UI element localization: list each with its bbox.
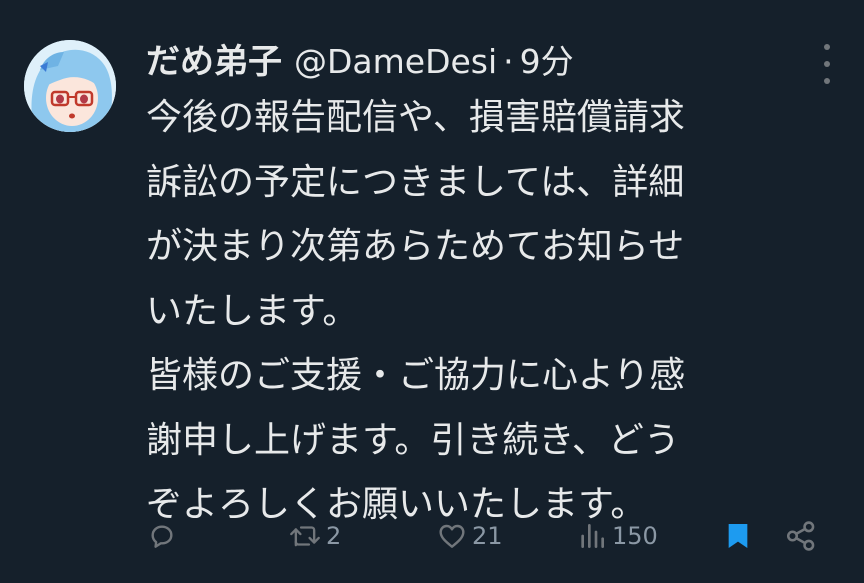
share-icon	[786, 521, 815, 551]
more-dot	[824, 61, 830, 67]
reply-button[interactable]	[146, 512, 182, 560]
more-icon[interactable]	[820, 44, 834, 84]
share-button[interactable]	[784, 512, 818, 560]
bookmark-icon	[728, 524, 748, 548]
tweet[interactable]: だめ弟子 @DameDesi · 9分 今後の報告配信や、損害賠償請求 訴訟の予…	[0, 0, 864, 583]
avatar-image	[24, 40, 116, 132]
more-dot	[824, 78, 830, 84]
retweet-icon	[290, 526, 320, 547]
more-dot	[824, 44, 830, 50]
reply-icon	[151, 525, 173, 548]
like-count: 21	[472, 522, 503, 550]
retweet-button[interactable]: 2	[288, 512, 341, 560]
like-icon	[439, 524, 465, 548]
views-button[interactable]: 150	[576, 512, 658, 560]
display-name[interactable]: だめ弟子	[146, 34, 282, 83]
views-icon	[581, 524, 604, 548]
timestamp[interactable]: 9分	[520, 35, 574, 83]
like-button[interactable]: 21	[436, 512, 503, 560]
tweet-text: 今後の報告配信や、損害賠償請求 訴訟の予定につきましては、詳細 が決まり次第あら…	[146, 97, 686, 525]
view-count: 150	[612, 522, 658, 550]
retweet-count: 2	[326, 522, 342, 550]
separator-dot: ·	[503, 42, 514, 81]
avatar[interactable]	[24, 40, 116, 132]
tweet-header: だめ弟子 @DameDesi · 9分	[146, 34, 574, 84]
user-handle[interactable]: @DameDesi	[294, 42, 497, 81]
action-bar: 2 21 150	[130, 512, 850, 560]
bookmark-button[interactable]	[722, 512, 754, 560]
